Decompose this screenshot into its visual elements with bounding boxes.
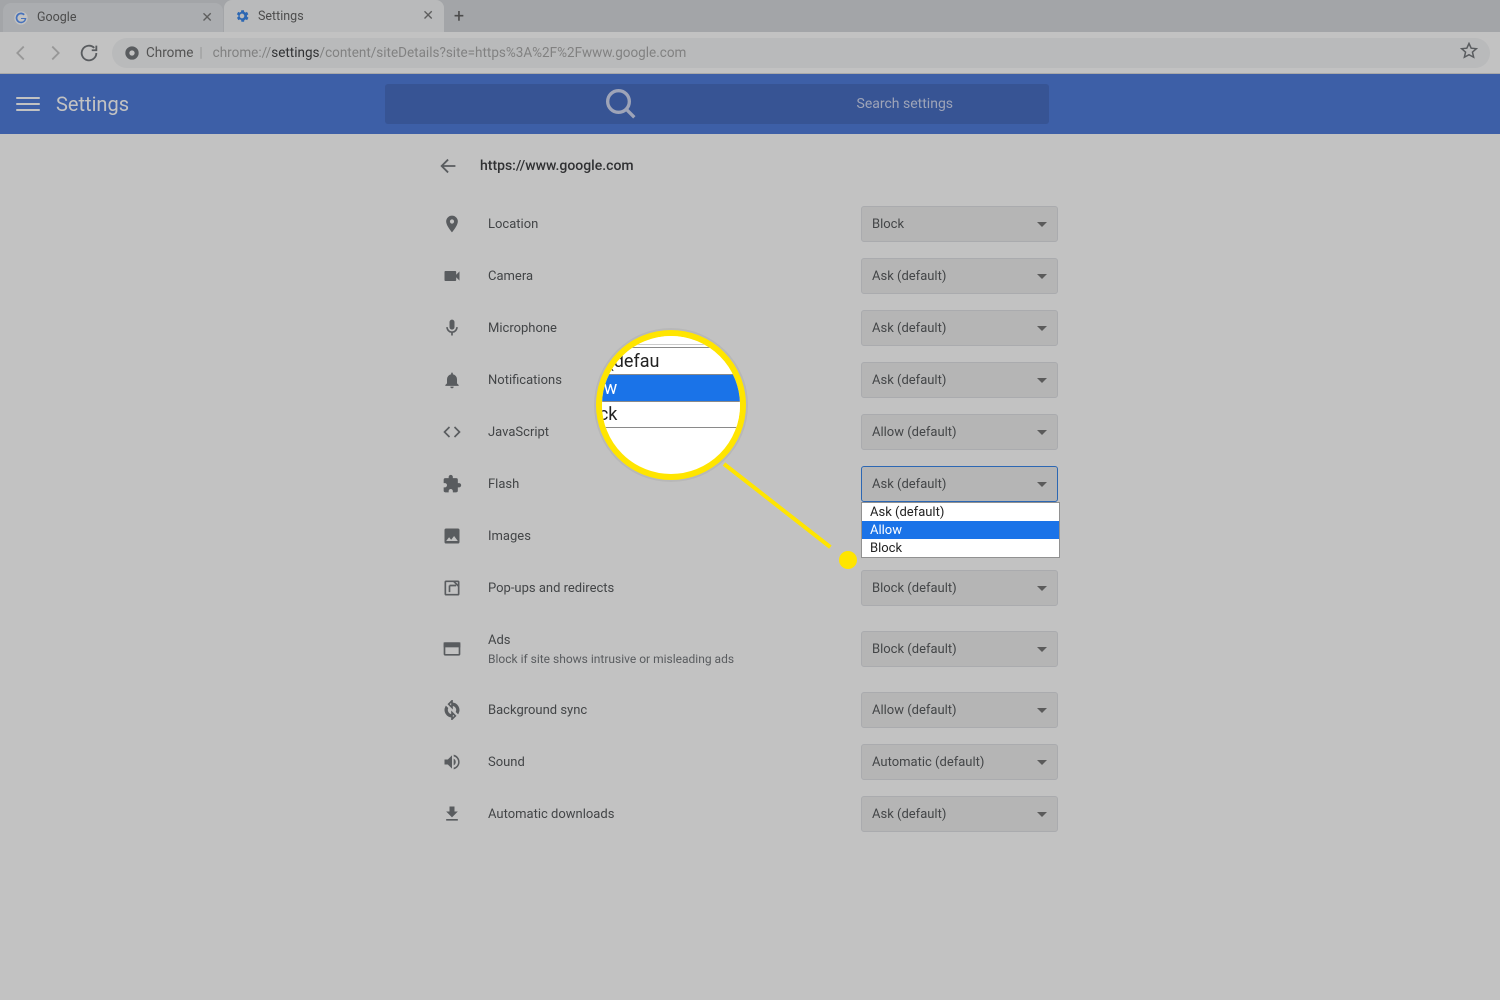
permission-label: Pop-ups and redirects <box>488 581 835 596</box>
permission-select[interactable]: Block (default) <box>861 570 1058 606</box>
sync-icon <box>442 700 462 720</box>
permission-label: Ads <box>488 633 835 648</box>
camera-icon <box>442 266 462 286</box>
permission-select[interactable]: Allow (default) <box>861 692 1058 728</box>
permission-row-ads: Ads Block if site shows intrusive or misl… <box>418 614 1082 684</box>
permission-row-code: JavaScriptAllow (default) <box>418 406 1082 458</box>
dropdown-option[interactable]: Block <box>862 539 1059 557</box>
bell-icon <box>442 370 462 390</box>
mag-option: Ask (defau <box>596 347 746 374</box>
address-bar[interactable]: Chrome | chrome://settings/content/siteD… <box>112 38 1490 68</box>
permission-row-popup: Pop-ups and redirects Block (default) <box>418 562 1082 614</box>
tab-title: Google <box>37 10 76 25</box>
browser-toolbar: Chrome | chrome://settings/content/siteD… <box>0 32 1500 74</box>
settings-title: Settings <box>56 92 129 116</box>
permission-select[interactable]: Automatic (default) <box>861 744 1058 780</box>
tab-google[interactable]: Google ✕ <box>3 3 223 32</box>
code-icon <box>442 422 462 442</box>
dropdown-option[interactable]: Ask (default) <box>862 503 1059 521</box>
permission-label: Camera <box>488 269 835 284</box>
permission-row-bell: NotificationsAsk (default) <box>418 354 1082 406</box>
settings-search[interactable] <box>385 84 1049 124</box>
forward-button[interactable] <box>44 42 66 64</box>
permission-dropdown: Ask (default)AllowBlock <box>861 502 1060 558</box>
mag-option: Allow <box>596 374 746 401</box>
site-details-card: https://www.google.com Location Block Came… <box>418 134 1082 1000</box>
permission-label: Automatic downloads <box>488 807 835 822</box>
permission-row-location: Location Block <box>418 198 1082 250</box>
settings-header: Settings <box>0 74 1500 134</box>
back-button[interactable] <box>10 42 32 64</box>
download-icon <box>442 804 462 824</box>
permission-row-download: Automatic downloads Ask (default) <box>418 788 1082 840</box>
dropdown-option[interactable]: Allow <box>862 521 1059 539</box>
reload-button[interactable] <box>78 42 100 64</box>
location-icon <box>442 214 462 234</box>
permission-row-mic: MicrophoneAsk (default) <box>418 302 1082 354</box>
permission-row-sync: Background sync Allow (default) <box>418 684 1082 736</box>
origin-chip-label: Chrome <box>146 45 193 61</box>
ads-icon <box>442 639 462 659</box>
new-tab-button[interactable]: + <box>444 0 474 32</box>
browser-tabstrip: Google ✕ Settings ✕ + <box>0 0 1500 32</box>
settings-search-input[interactable] <box>857 96 1035 112</box>
image-icon <box>442 526 462 546</box>
bookmark-star-icon[interactable] <box>1460 42 1478 64</box>
close-icon[interactable]: ✕ <box>201 10 213 26</box>
search-icon <box>399 84 843 124</box>
permission-label: Sound <box>488 755 835 770</box>
permission-row-camera: Camera Ask (default) <box>418 250 1082 302</box>
permission-select[interactable]: Allow (default) <box>861 414 1058 450</box>
puzzle-icon <box>442 474 462 494</box>
permission-select[interactable]: Ask (default) <box>861 362 1058 398</box>
mic-icon <box>442 318 462 338</box>
permission-select[interactable]: Block (default) <box>861 631 1058 667</box>
settings-page: https://www.google.com Location Block Came… <box>0 134 1500 1000</box>
permission-sublabel: Block if site shows intrusive or mislead… <box>488 652 835 666</box>
mag-option: Block <box>596 401 746 428</box>
tab-title: Settings <box>258 9 304 24</box>
callout-dot <box>839 551 857 569</box>
menu-icon[interactable] <box>16 92 40 116</box>
permission-select[interactable]: Block <box>861 206 1058 242</box>
sound-icon <box>442 752 462 772</box>
site-header: https://www.google.com <box>418 134 1082 198</box>
settings-favicon <box>234 8 250 24</box>
permission-label: Background sync <box>488 703 835 718</box>
back-arrow-button[interactable] <box>438 155 460 177</box>
url-text: chrome://settings/content/siteDetails?si… <box>213 45 687 61</box>
popup-icon <box>442 578 462 598</box>
permission-select[interactable]: Ask (default) <box>861 796 1058 832</box>
close-icon[interactable]: ✕ <box>422 8 434 24</box>
magnifier-callout: Ask (de Ask (defauAllowBlock <box>596 330 746 480</box>
permission-label: Location <box>488 217 835 232</box>
permission-row-sound: Sound Automatic (default) <box>418 736 1082 788</box>
permission-select[interactable]: Ask (default) <box>861 310 1058 346</box>
tab-settings[interactable]: Settings ✕ <box>224 0 444 32</box>
permission-select[interactable]: Ask (default)Ask (default)AllowBlock <box>861 466 1058 502</box>
permission-label: Images <box>488 529 835 544</box>
permission-select[interactable]: Ask (default) <box>861 258 1058 294</box>
origin-chip: Chrome | <box>124 45 203 61</box>
site-url: https://www.google.com <box>480 158 634 174</box>
google-favicon <box>13 10 29 26</box>
